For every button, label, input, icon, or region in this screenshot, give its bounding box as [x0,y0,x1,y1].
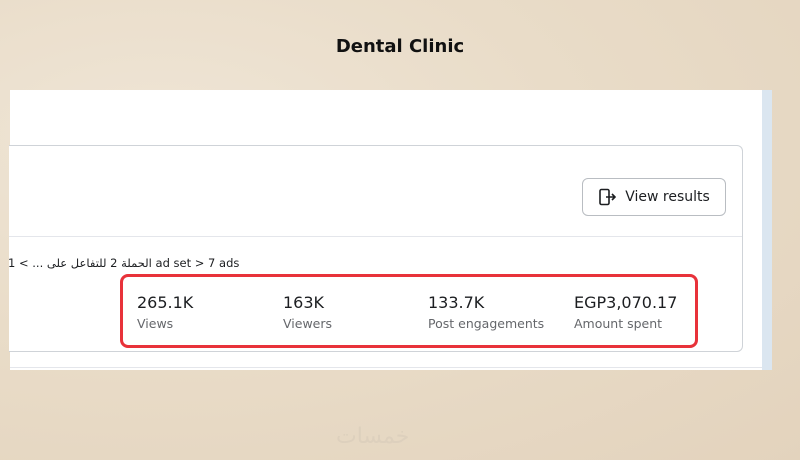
panel-scroll-edge [762,90,772,370]
view-results-button[interactable]: View results [582,178,726,216]
view-results-label: View results [625,189,710,205]
metric-label: Viewers [283,316,333,331]
metric-value: 265.1K [137,293,194,312]
metric-label: Views [137,316,174,331]
metric-value: EGP3,070.17 [574,293,678,312]
metric-label: Amount spent [574,316,663,331]
page-title: Dental Clinic [335,36,465,57]
watermark-logo: خمسات [336,424,410,449]
ads-manager-panel: View results الحملة 2 للتفاعل على ... > … [8,90,772,370]
metric-value: 133.7K [428,293,485,312]
metric-viewers: 163K Viewers [283,293,333,332]
metric-post-engagements: 133.7K Post engagements [428,293,545,332]
metric-value: 163K [283,293,325,312]
metric-label: Post engagements [428,316,545,331]
breadcrumb[interactable]: الحملة 2 للتفاعل على ... > 1 ad set > 7 … [8,256,239,270]
metric-views: 265.1K Views [137,293,194,332]
view-results-icon [598,188,617,206]
metric-amount-spent: EGP3,070.17 Amount spent [574,293,678,332]
panel-divider [10,367,772,368]
card-divider [9,236,742,237]
